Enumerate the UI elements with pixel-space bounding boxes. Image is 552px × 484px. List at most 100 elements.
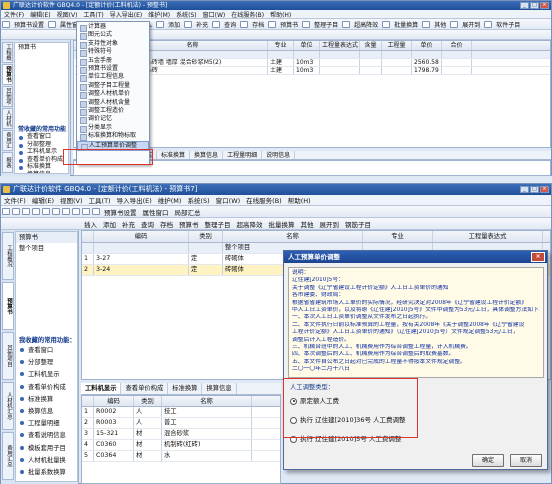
- close-icon[interactable]: ×: [540, 186, 549, 193]
- main-menu-item-7[interactable]: 窗口(W): [213, 195, 244, 205]
- toolbar-icon[interactable]: [72, 208, 80, 215]
- main-nav-item-9[interactable]: 人材机批量换: [16, 455, 77, 467]
- main-grid-col-4[interactable]: 专业: [363, 231, 433, 242]
- top-menu-item-8[interactable]: 在线服务(B): [228, 10, 267, 19]
- main-nav-item-4[interactable]: 标准换算: [16, 394, 77, 406]
- main-menu-item-9[interactable]: 帮助(H): [285, 195, 314, 205]
- top-toolbar-item-8[interactable]: 预算书: [277, 20, 301, 29]
- context-menu-item-6[interactable]: 单位工程信息: [77, 73, 149, 83]
- main-side-tab-0[interactable]: 工程概况: [2, 232, 14, 280]
- main-toolbar2-item-0[interactable]: 插入: [81, 219, 100, 229]
- top-grid-col-6[interactable]: 含量: [360, 41, 382, 50]
- main-grid-col-2[interactable]: 类别: [189, 231, 223, 242]
- main-toolbar2-item-8[interactable]: 批量换算: [266, 219, 298, 229]
- context-menu-item-11[interactable]: 调价记忆: [77, 115, 149, 125]
- main-toolbar-item-1[interactable]: 属性窗口: [140, 207, 172, 217]
- toolbar-icon[interactable]: [184, 20, 193, 28]
- minimize-icon[interactable]: _: [520, 2, 529, 9]
- main-toolbar2-item-3[interactable]: 查询: [138, 219, 157, 229]
- main-nav-item-10[interactable]: 批量系数换算: [16, 467, 77, 479]
- main-detail-col-1[interactable]: 类别: [134, 396, 162, 406]
- main-nav-item-8[interactable]: 模板套用子目: [16, 443, 77, 455]
- main-menu-item-6[interactable]: 系统(S): [184, 195, 212, 205]
- top-nav-item-2[interactable]: 工料机显示: [15, 148, 68, 156]
- toolbar-icon[interactable]: [22, 208, 30, 215]
- toolbar-icon[interactable]: [2, 208, 10, 215]
- main-bottom-tab-1[interactable]: 查看单价构成: [121, 383, 169, 394]
- main-side-tab-4[interactable]: 费用汇总: [2, 432, 14, 480]
- toolbar-icon[interactable]: [484, 20, 493, 28]
- top-toolbar-item-6[interactable]: 查询: [221, 20, 239, 29]
- top-side-tab-0[interactable]: 工程概况: [2, 42, 13, 63]
- top-bottom-tab-5[interactable]: 说明信息: [262, 151, 296, 159]
- main-detail-row[interactable]: 1 R0002 人技工: [82, 407, 280, 418]
- main-toolbar2-item-11[interactable]: 钢筋子目: [342, 219, 374, 229]
- main-toolbar-item-0[interactable]: 预算书设置: [101, 207, 140, 217]
- toolbar-icon[interactable]: [48, 20, 57, 28]
- main-detail-row[interactable]: 2 R0003 人普工: [82, 418, 280, 429]
- ok-button[interactable]: 确定: [472, 454, 504, 467]
- main-toolbar2-item-6[interactable]: 整理子目: [202, 219, 234, 229]
- main-grid-col-0[interactable]: [82, 231, 94, 242]
- maximize-icon[interactable]: □: [530, 2, 539, 9]
- main-toolbar2-item-1[interactable]: 添加: [100, 219, 119, 229]
- top-nav-item-5[interactable]: 换算信息: [15, 171, 68, 174]
- context-menu-item-8[interactable]: 调整人材机单价: [77, 90, 149, 100]
- main-bottom-tab-3[interactable]: 换算信息: [202, 383, 237, 394]
- main-toolbar-item-2[interactable]: 局部汇总: [172, 207, 204, 217]
- top-toolbar-item-13[interactable]: 展开到: [459, 20, 483, 29]
- toolbar-icon[interactable]: [382, 20, 391, 28]
- main-toolbar2-item-2[interactable]: 补充: [119, 219, 138, 229]
- main-toolbar2-item-9[interactable]: 其他: [298, 219, 317, 229]
- main-grid-col-5[interactable]: 工程量表达式: [433, 231, 543, 242]
- main-menu-item-4[interactable]: 导入导出(E): [114, 195, 155, 205]
- main-detail-col-2[interactable]: 名称: [162, 396, 252, 406]
- toolbar-icon[interactable]: [450, 20, 459, 28]
- toolbar-icon[interactable]: [268, 20, 277, 28]
- top-menu-item-7[interactable]: 窗口(W): [200, 10, 229, 19]
- top-menu-item-2[interactable]: 视图(V): [54, 10, 81, 19]
- toolbar-icon[interactable]: [32, 208, 40, 215]
- main-toolbar2-item-10[interactable]: 展开到: [317, 219, 343, 229]
- toolbar-icon[interactable]: [212, 20, 221, 28]
- top-nav-item-0[interactable]: 查看窗口: [15, 133, 68, 141]
- top-menu-item-4[interactable]: 导入导出(E): [107, 10, 145, 19]
- context-menu-item-7[interactable]: 调整子目工程量: [77, 82, 149, 92]
- top-grid-col-3[interactable]: 专业: [268, 41, 294, 50]
- top-side-tab-4[interactable]: 费用汇总: [2, 130, 13, 151]
- toolbar-icon[interactable]: [92, 208, 100, 215]
- context-menu-item-2[interactable]: 支持性对象: [77, 40, 149, 50]
- toolbar-icon[interactable]: [156, 20, 165, 28]
- main-bottom-tab-0[interactable]: 工料机显示: [81, 383, 122, 394]
- main-side-tab-1[interactable]: 预算书: [2, 282, 14, 330]
- top-menu-item-6[interactable]: 系统(S): [173, 10, 200, 19]
- top-toolbar-item-0[interactable]: 预算书设置: [11, 20, 47, 29]
- top-grid-col-5[interactable]: 工程量表达式: [320, 41, 360, 50]
- context-menu-item-3[interactable]: 特殊符号: [77, 48, 149, 58]
- top-grid-col-7[interactable]: 工程量: [382, 41, 412, 50]
- toolbar-icon[interactable]: [2, 20, 10, 28]
- main-detail-row[interactable]: 5 C0364 材水: [82, 451, 280, 462]
- toolbar-icon[interactable]: [240, 20, 249, 28]
- top-nav-item-4[interactable]: 标准换算: [15, 163, 68, 171]
- top-bottom-tab-4[interactable]: 工程量明细: [223, 151, 263, 159]
- minimize-icon[interactable]: _: [520, 186, 529, 193]
- main-bottom-tab-2[interactable]: 标准换算: [168, 383, 203, 394]
- main-nav-item-1[interactable]: 分部整理: [16, 357, 77, 369]
- top-menu-item-3[interactable]: 工具(T): [80, 10, 106, 19]
- main-nav-item-2[interactable]: 工料机显示: [16, 369, 77, 381]
- main-menu-item-1[interactable]: 编辑(E): [29, 195, 57, 205]
- main-grid-col-1[interactable]: 编码: [94, 231, 189, 242]
- top-toolbar-item-5[interactable]: 补充: [193, 20, 211, 29]
- main-nav-item-5[interactable]: 换算信息: [16, 406, 77, 418]
- top-toolbar-item-10[interactable]: 超高降效: [351, 20, 381, 29]
- main-menu-item-2[interactable]: 视图(V): [57, 195, 86, 205]
- top-toolbar-item-9[interactable]: 整理子目: [311, 20, 341, 29]
- top-grid-col-9[interactable]: 合价: [442, 41, 472, 50]
- main-grid-col-3[interactable]: 名称: [223, 231, 363, 242]
- context-menu-item-1[interactable]: 图元公式: [77, 31, 149, 41]
- dialog-close-icon[interactable]: ×: [531, 252, 545, 262]
- main-menu-item-8[interactable]: 在线服务(B): [243, 195, 285, 205]
- main-toolbar2-item-5[interactable]: 预算书: [176, 219, 202, 229]
- toolbar-icon[interactable]: [52, 208, 60, 215]
